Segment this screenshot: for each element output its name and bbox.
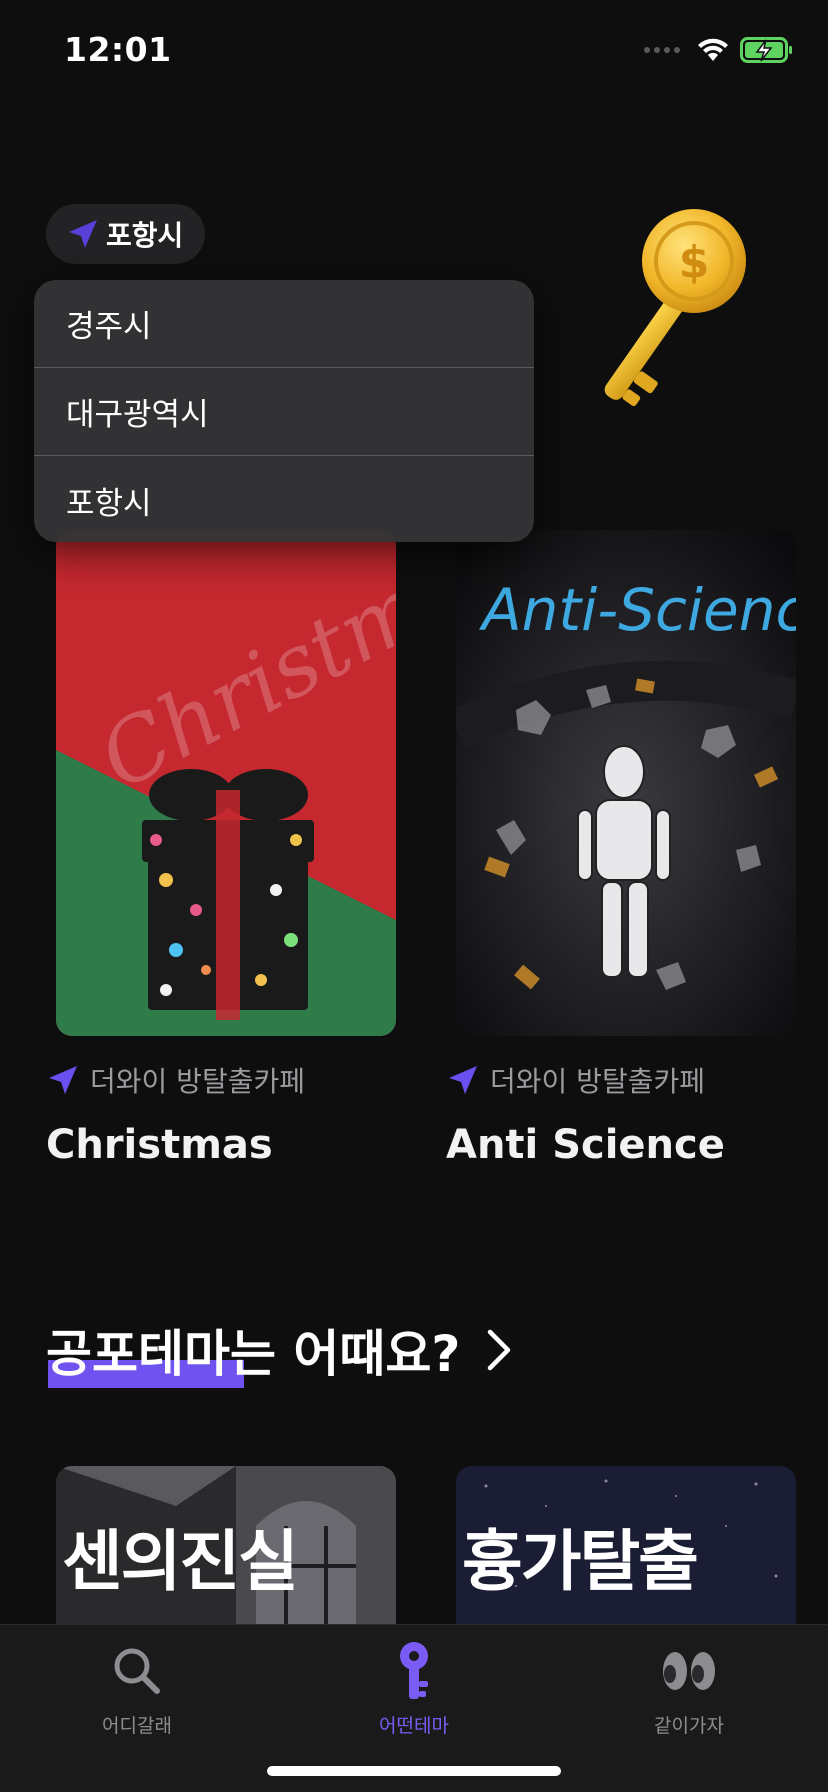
theme-card-anti-science[interactable]: Anti-Science 더와이 방탈출카페 Anti Science (446, 530, 796, 1168)
cafe-name: 더와이 방탈출카페 (490, 1065, 705, 1098)
anti-science-poster-text: Anti-Science (478, 576, 796, 644)
tab-label: 같이가자 (654, 1715, 724, 1737)
tab-which-theme[interactable]: 어떤테마 (334, 1639, 494, 1749)
chevron-right-icon[interactable] (484, 1328, 514, 1372)
dropdown-item-gyeongju[interactable]: 경주시 (34, 280, 534, 368)
theme-poster-horror-2[interactable]: 흉가탈출 (456, 1466, 796, 1626)
card-meta: 더와이 방탈출카페 (46, 1060, 396, 1100)
tab-where-to-go[interactable]: 어디갈래 (57, 1639, 217, 1749)
tab-label: 어디갈래 (102, 1715, 172, 1737)
eyes-icon (663, 1652, 715, 1690)
battery-charging-icon (740, 37, 792, 63)
tab-go-together[interactable]: 같이가자 (609, 1639, 769, 1749)
poster-caption: 흉가탈출 (462, 1523, 699, 1600)
poster-caption: 센의진실 (62, 1523, 299, 1600)
location-dropdown-menu: 경주시 대구광역시 포항시 (34, 280, 534, 542)
wifi-icon (698, 38, 728, 61)
cellular-signal-icon (644, 47, 680, 53)
dropdown-item-daegu[interactable]: 대구광역시 (34, 368, 534, 456)
theme-poster-christmas: Christmas (56, 530, 396, 1036)
location-arrow-icon (69, 220, 97, 248)
svg-text:$: $ (679, 237, 710, 288)
card-meta: 더와이 방탈출카페 (446, 1060, 796, 1100)
home-indicator[interactable] (267, 1766, 561, 1776)
location-arrow-icon (449, 1066, 477, 1094)
theme-poster-anti-science: Anti-Science (456, 530, 796, 1036)
theme-card-christmas[interactable]: Christmas 더와이 방탈출카페 Christmas (46, 530, 396, 1168)
section-title: 공포테마는 어때요? (46, 1325, 461, 1383)
status-bar: 12:01 (0, 0, 828, 100)
theme-title: Christmas (46, 1122, 273, 1168)
theme-poster-horror-1[interactable]: 센의진실 (56, 1466, 396, 1626)
status-time: 12:01 (64, 30, 172, 69)
key-icon (400, 1642, 428, 1699)
location-selector-button[interactable]: 포항시 (46, 204, 206, 264)
location-label: 포항시 (106, 219, 184, 252)
horror-theme-section-header[interactable]: 공포테마는 어때요? (46, 1310, 514, 1390)
search-icon (114, 1648, 160, 1694)
dropdown-item-pohang[interactable]: 포항시 (34, 456, 534, 542)
cafe-name: 더와이 방탈출카페 (90, 1065, 305, 1098)
theme-title: Anti Science (446, 1122, 725, 1168)
golden-key-illustration: $ (604, 209, 746, 407)
tab-label: 어떤테마 (379, 1715, 449, 1737)
status-icons (644, 34, 794, 66)
location-arrow-icon (49, 1066, 77, 1094)
